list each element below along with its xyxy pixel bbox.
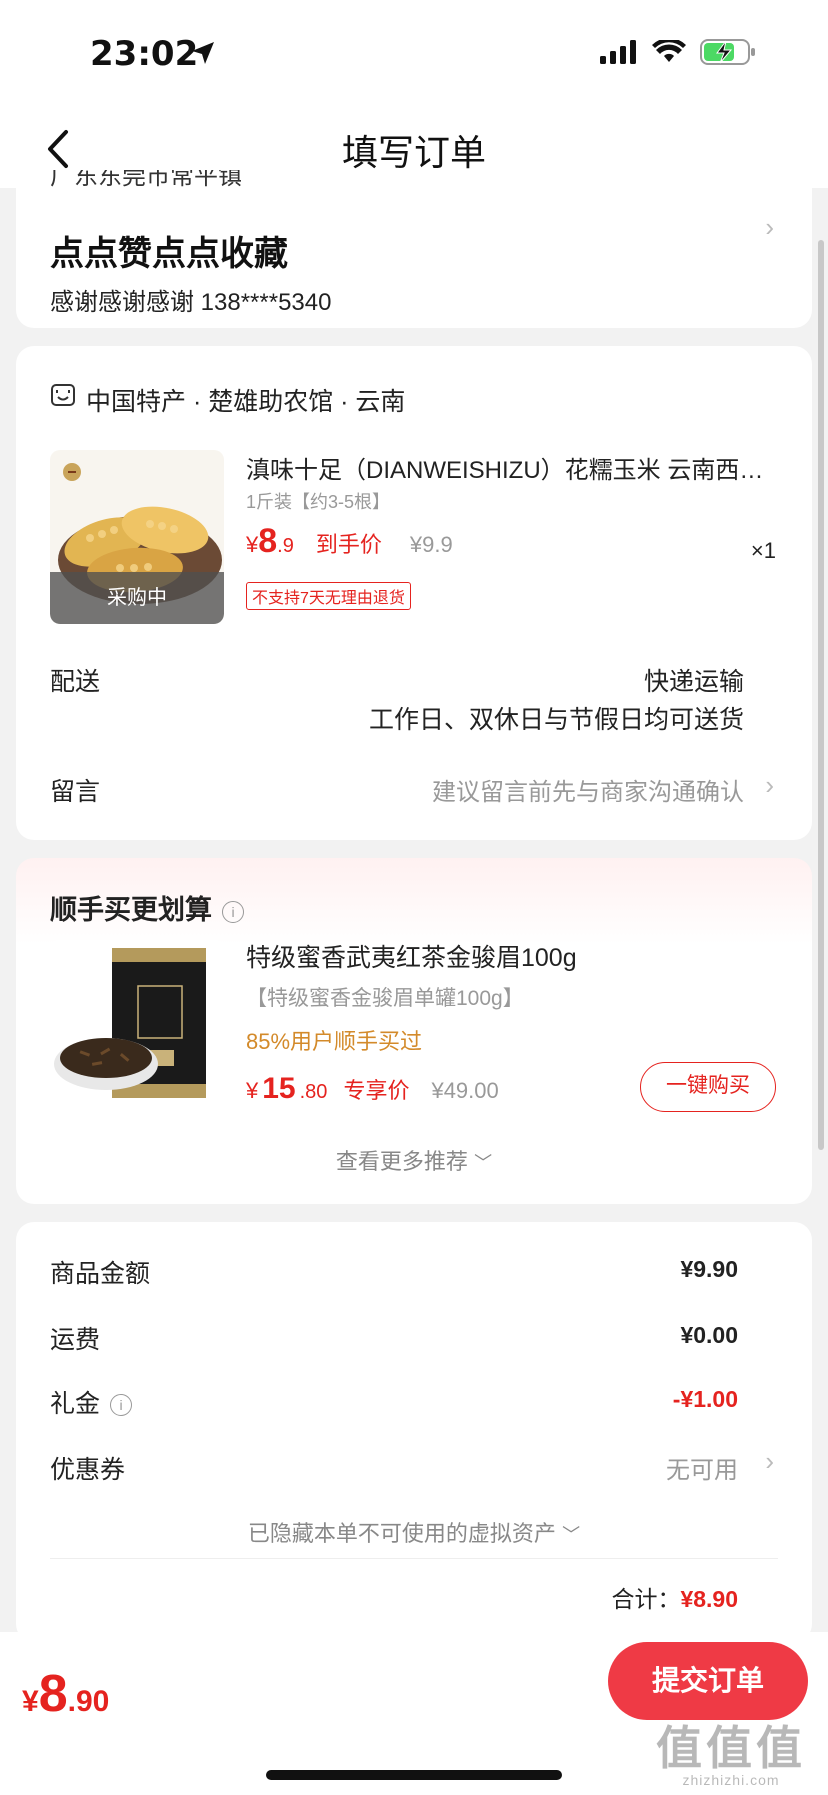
shop-card: 中国特产 · 楚雄助农馆 · 云南 采购中 滇味十足（DIANWEISHIZU）… xyxy=(16,346,812,840)
shop-icon xyxy=(51,384,75,406)
wifi-icon xyxy=(652,40,686,62)
goods-amount-value: ¥9.90 xyxy=(680,1256,738,1282)
total-value: ¥8.90 xyxy=(680,1586,738,1612)
purchasing-badge: 采购中 xyxy=(50,572,224,624)
recommend-card: 顺手买更划算 i 特级蜜香武夷红茶金骏眉100g 【特级蜜香金骏眉单罐100g】 … xyxy=(16,858,812,1204)
coupon-label: 优惠券 xyxy=(50,1456,126,1484)
price-currency: ¥ xyxy=(246,1078,259,1103)
address-card[interactable]: 广东东莞市常平镇 点点赞点点收藏 感谢感谢感谢 138****5340 › xyxy=(16,170,812,328)
message-input[interactable]: 建议留言前先与商家沟通确认 xyxy=(432,772,744,807)
gift-money-value: -¥1.00 xyxy=(672,1386,738,1412)
signal-icon xyxy=(600,40,636,64)
divider xyxy=(50,1558,778,1559)
one-click-buy-button[interactable]: 一键购买 xyxy=(640,1062,776,1112)
price-tag: 到手价 xyxy=(315,532,382,557)
delivery-note: 工作日、双休日与节假日均可送货 xyxy=(368,706,744,734)
product-spec: 1斤装【约3-5根】 xyxy=(246,492,391,512)
original-price: ¥9.9 xyxy=(409,532,453,557)
shop-name[interactable]: 中国特产 · 楚雄助农馆 · 云南 xyxy=(86,382,405,418)
chevron-down-icon: ﹀ xyxy=(474,1153,493,1173)
tea-image[interactable] xyxy=(50,940,224,1114)
price-decimal: .80 xyxy=(299,1081,328,1103)
shipping-value: ¥0.00 xyxy=(680,1322,738,1348)
info-icon[interactable]: i xyxy=(110,1394,133,1416)
no-return-badge: 不支持7天无理由退货 xyxy=(246,582,411,610)
gift-money-label-text: 礼金 xyxy=(50,1390,101,1418)
chevron-right-icon: › xyxy=(765,212,774,242)
summary-card: 商品金额 ¥9.90 运费 ¥0.00 礼金 i -¥1.00 优惠券 无可用 ›… xyxy=(16,1222,812,1642)
price-integer: 15 xyxy=(262,1072,296,1105)
page-title: 填写订单 xyxy=(341,133,486,174)
original-price: ¥49.00 xyxy=(431,1078,499,1103)
tea-title[interactable]: 特级蜜香武夷红茶金骏眉100g xyxy=(246,938,577,974)
scrollbar[interactable] xyxy=(818,240,824,1150)
hidden-assets-label: 已隐藏本单不可使用的虚拟资产 xyxy=(247,1521,556,1546)
price-tag: 专享价 xyxy=(343,1078,410,1103)
gift-money-label: 礼金 i xyxy=(50,1384,133,1420)
product-title[interactable]: 滇味十足（DIANWEISHIZU）花糯玉米 云南西… xyxy=(246,450,786,485)
product-image[interactable]: 采购中 xyxy=(50,450,224,624)
address-contact: 感谢感谢感谢 138****5340 xyxy=(50,289,332,316)
more-recommend-link[interactable]: 查看更多推荐 ﹀ xyxy=(16,1144,812,1176)
total-row: 合计：¥8.90 xyxy=(611,1580,738,1614)
tea-spec: 【特级蜜香金骏眉单罐100g】 xyxy=(246,987,524,1010)
tea-social-proof: 85%用户顺手买过 xyxy=(246,1029,423,1054)
submit-order-button[interactable]: 提交订单 xyxy=(608,1642,808,1720)
chevron-right-icon: › xyxy=(765,770,774,800)
recommend-title: 顺手买更划算 i xyxy=(50,888,244,927)
goods-amount-label: 商品金额 xyxy=(50,1260,151,1288)
location-arrow-icon xyxy=(192,42,214,64)
delivery-value: 快递运输 xyxy=(643,668,744,696)
info-icon[interactable]: i xyxy=(222,901,244,923)
tea-price: ¥ 15 .80 专享价 ¥49.00 xyxy=(246,1072,499,1106)
recommend-title-text: 顺手买更划算 xyxy=(50,895,212,925)
watermark-logo: 值值值 xyxy=(656,1722,806,1774)
price-integer: 8 xyxy=(38,1665,68,1723)
tea-can-image xyxy=(50,940,224,1114)
watermark: 值值值 zhizhizhi.com xyxy=(656,1712,806,1788)
price-decimal: .9 xyxy=(277,535,294,557)
price-integer: 8 xyxy=(258,522,278,560)
status-time: 23:02 xyxy=(90,34,199,74)
chevron-right-icon: › xyxy=(765,1446,774,1476)
address-line: 广东东莞市常平镇 xyxy=(50,170,242,190)
price-currency: ¥ xyxy=(246,532,259,557)
message-label: 留言 xyxy=(50,778,101,806)
quantity: ×1 xyxy=(750,538,776,563)
status-bar: 23:02 xyxy=(0,0,828,110)
status-indicators xyxy=(600,38,756,66)
price-currency: ¥ xyxy=(22,1685,39,1718)
battery-charging-icon xyxy=(700,39,755,65)
hidden-assets-toggle[interactable]: 已隐藏本单不可使用的虚拟资产 ﹀ xyxy=(16,1516,812,1548)
chevron-down-icon: ﹀ xyxy=(562,1525,581,1545)
bottom-price: ¥ 8 .90 xyxy=(22,1664,109,1724)
more-recommend-label: 查看更多推荐 xyxy=(335,1149,468,1174)
home-indicator[interactable] xyxy=(266,1770,562,1780)
coupon-value[interactable]: 无可用 xyxy=(666,1450,738,1485)
delivery-label: 配送 xyxy=(50,668,101,696)
shipping-label: 运费 xyxy=(50,1326,101,1354)
product-price: ¥ 8 .9 到手价 ¥9.9 xyxy=(246,522,453,561)
price-decimal: .90 xyxy=(67,1685,110,1718)
address-name: 点点赞点点收藏 xyxy=(50,235,288,273)
total-label: 合计： xyxy=(611,1586,681,1612)
